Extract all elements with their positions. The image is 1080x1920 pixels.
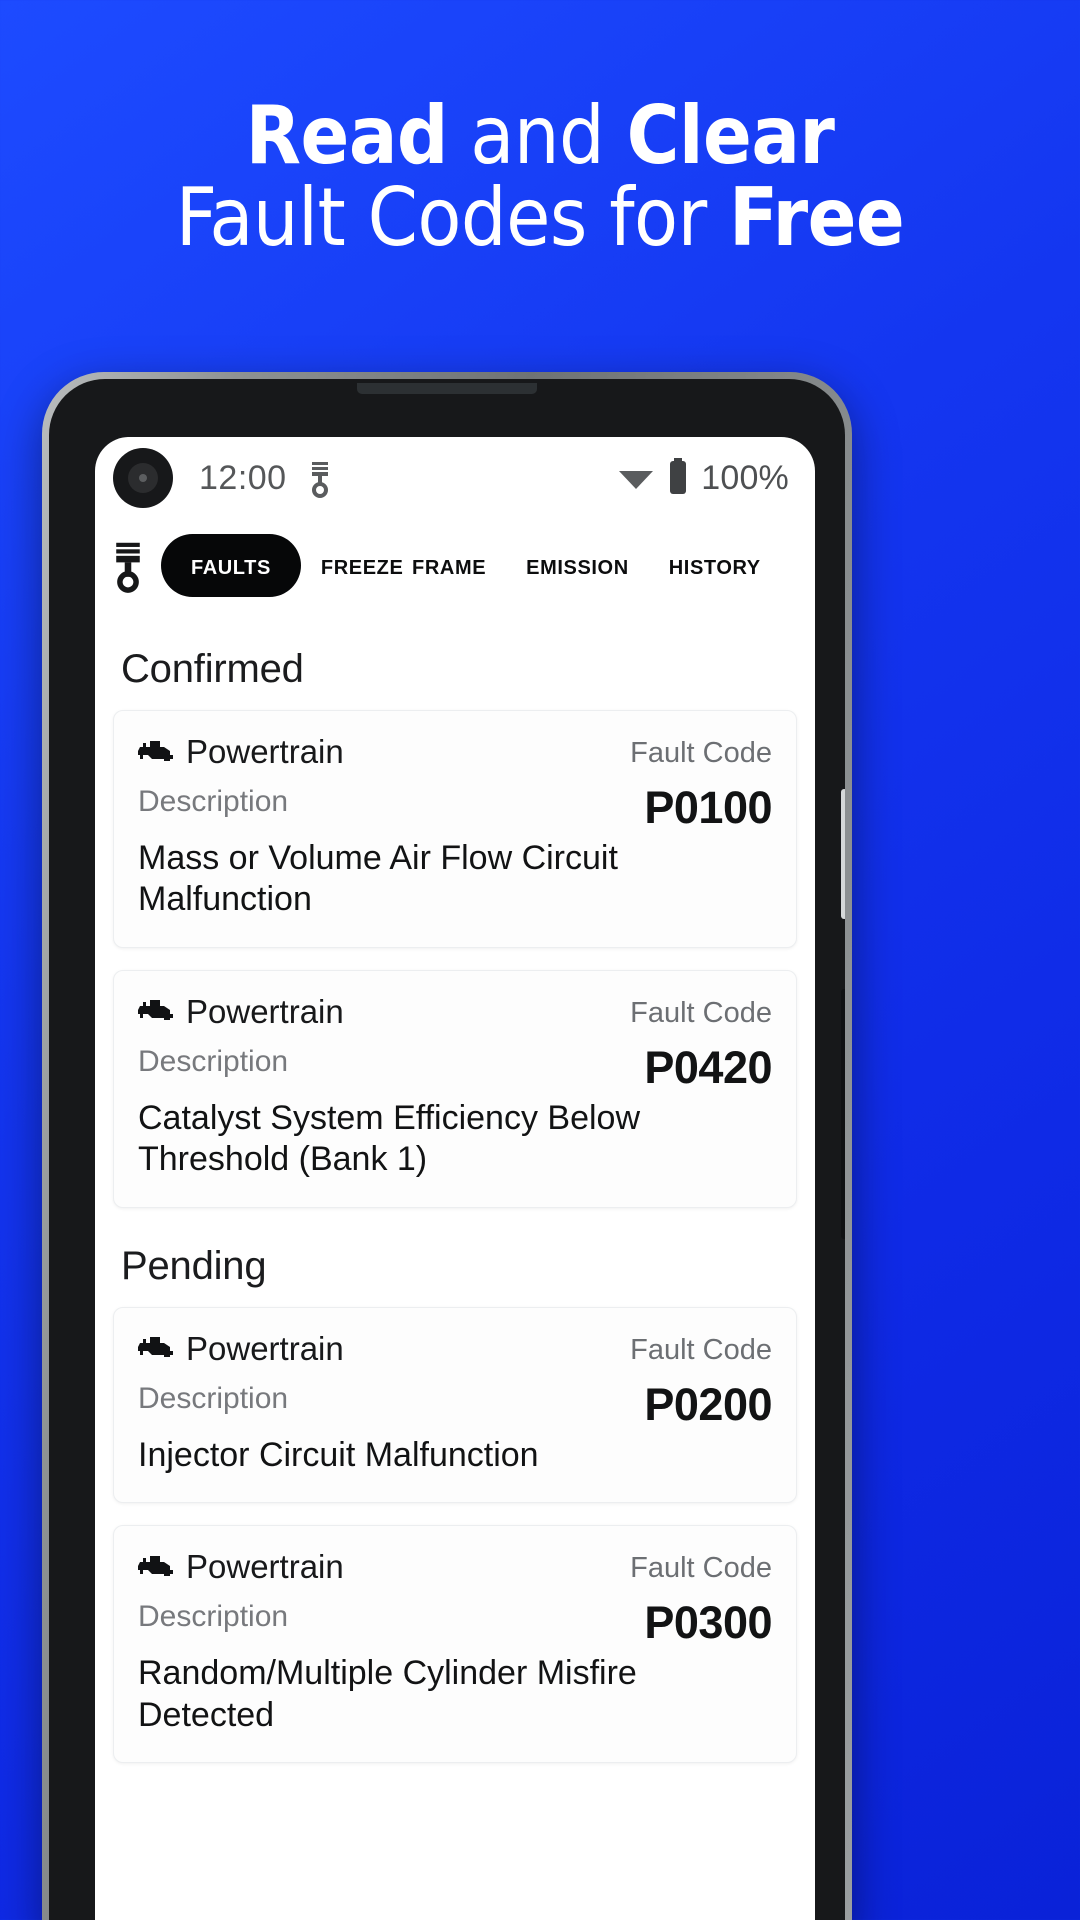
headline-word-clear: Clear (626, 89, 835, 182)
engine-icon (136, 1333, 174, 1364)
fault-description: Catalyst System Efficiency Below Thresho… (138, 1098, 640, 1179)
fault-card-body: Description P0200 (138, 1382, 772, 1427)
fault-card-header: Powertrain Fault Code (136, 733, 772, 771)
tab-emission[interactable]: Emission (506, 549, 649, 582)
front-camera-punch-hole (113, 448, 173, 508)
fault-system-label: Powertrain (186, 992, 344, 1030)
fault-card-body: Description P0300 (138, 1600, 772, 1645)
section-title-pending: Pending (121, 1243, 267, 1288)
headline-word-and: and (470, 89, 605, 182)
headline-line-2: Fault Codes for Free (0, 177, 1080, 259)
headline-line-1: Read and Clear (0, 94, 1080, 177)
fault-card[interactable]: Powertrain Fault Code Description P0300 … (113, 1525, 797, 1764)
section-title-confirmed: Confirmed (121, 647, 304, 691)
piston-icon (111, 537, 145, 593)
phone-volume-button[interactable] (841, 789, 845, 919)
fault-code-label: Fault Code (630, 1333, 772, 1366)
promo-headline: Read and Clear Fault Codes for Free (0, 94, 1080, 260)
headline-word-free: Free (729, 171, 905, 265)
fault-card[interactable]: Powertrain Fault Code Description P0100 … (113, 710, 797, 948)
status-bar-indicators: 100% (617, 457, 789, 499)
headline-phrase-fault-codes-for: Fault Codes for (175, 171, 707, 265)
fault-code-label: Fault Code (630, 996, 772, 1029)
status-bar: 12:00 100% (95, 437, 815, 519)
description-label: Description (138, 785, 289, 818)
tab-history[interactable]: History (649, 549, 781, 582)
piston-icon (307, 458, 333, 498)
fault-code-value: P0300 (644, 1597, 772, 1649)
fault-card[interactable]: Powertrain Fault Code Description P0420 … (113, 969, 797, 1208)
fault-card[interactable]: Powertrain Fault Code Description P0200 … (113, 1306, 797, 1504)
engine-icon (136, 737, 174, 768)
fault-description: Mass or Volume Air Flow Circuit Malfunct… (138, 839, 618, 919)
description-label: Description (138, 1381, 289, 1415)
fault-card-body: Description P0420 (138, 1045, 772, 1090)
fault-system-label: Powertrain (186, 1548, 344, 1586)
phone-power-button[interactable] (841, 989, 845, 1239)
fault-card-header: Powertrain Fault Code (136, 992, 772, 1031)
fault-code-label: Fault Code (630, 1552, 772, 1585)
phone-frame: 12:00 100% faults freeze frame emission … (49, 379, 845, 1920)
fault-code-value: P0100 (644, 782, 772, 833)
headline-word-read: Read (245, 89, 449, 182)
tab-bar: Faults Freeze Frame Emission History (95, 519, 815, 611)
fault-list: Confirmed Powertrain Fault Code Descript… (95, 647, 815, 1764)
fault-system-label: Powertrain (186, 733, 344, 770)
engine-icon (136, 1552, 174, 1583)
description-label: Description (138, 1600, 289, 1634)
battery-percentage: 100% (701, 458, 789, 497)
phone-screen: 12:00 100% faults freeze frame emission … (95, 437, 815, 1920)
phone-mockup: 12:00 100% faults freeze frame emission … (42, 372, 852, 1920)
fault-description: Random/Multiple Cylinder Misfire Detecte… (138, 1654, 637, 1734)
fault-code-value: P0420 (644, 1041, 772, 1093)
wifi-icon (617, 461, 655, 496)
fault-system: Powertrain (136, 1548, 344, 1586)
fault-system: Powertrain (136, 1329, 344, 1368)
fault-system: Powertrain (136, 733, 344, 771)
fault-card-header: Powertrain Fault Code (136, 1329, 772, 1368)
phone-earpiece-speaker (357, 383, 537, 394)
fault-code-label: Fault Code (630, 737, 772, 769)
fault-code-value: P0200 (644, 1378, 772, 1430)
tab-freeze-frame[interactable]: Freeze Frame (301, 549, 506, 582)
description-label: Description (138, 1044, 289, 1078)
tab-faults[interactable]: Faults (161, 533, 301, 597)
fault-system-label: Powertrain (186, 1329, 344, 1367)
fault-card-header: Powertrain Fault Code (136, 1548, 772, 1586)
engine-icon (136, 996, 174, 1027)
fault-description: Injector Circuit Malfunction (138, 1435, 539, 1474)
fault-card-body: Description P0100 (138, 785, 772, 830)
battery-full-icon (668, 457, 688, 499)
status-bar-clock: 12:00 (199, 458, 287, 497)
fault-system: Powertrain (136, 992, 344, 1031)
